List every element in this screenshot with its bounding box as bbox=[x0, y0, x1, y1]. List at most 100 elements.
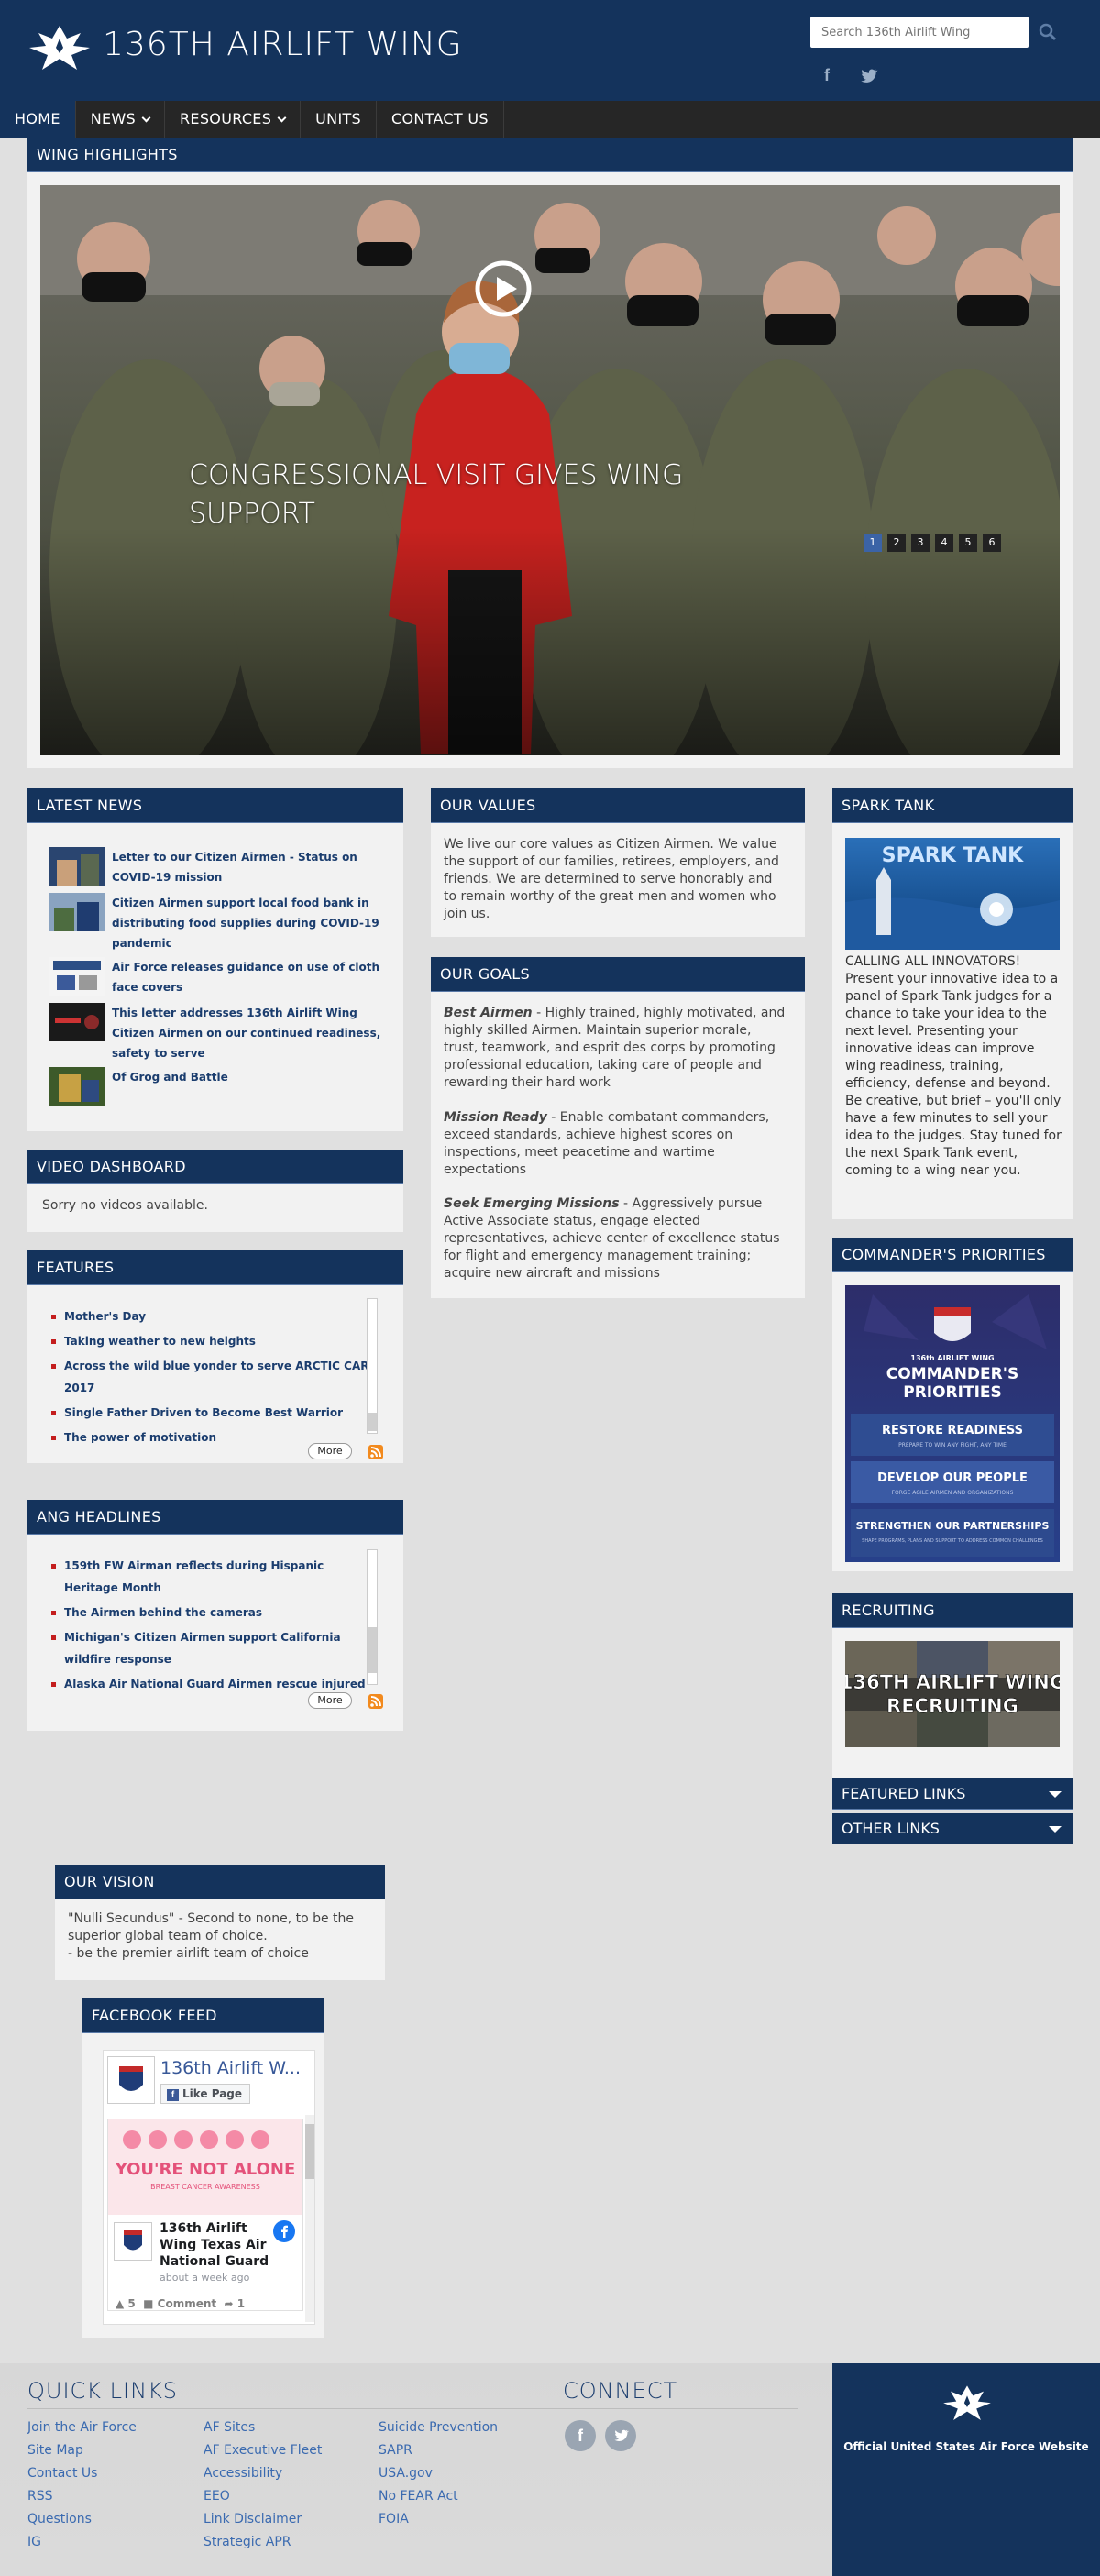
search-input[interactable] bbox=[810, 17, 1028, 48]
play-video-icon[interactable] bbox=[471, 257, 535, 321]
footer-link[interactable]: Strategic APR bbox=[204, 2531, 322, 2554]
rss-icon[interactable] bbox=[368, 1445, 383, 1459]
footer-link[interactable]: Site Map bbox=[28, 2439, 137, 2462]
news-item-title[interactable]: This letter addresses 136th Airlift Wing… bbox=[112, 1003, 387, 1063]
like-icon[interactable]: ▲ bbox=[116, 2297, 124, 2310]
recruiting-image-line2: RECRUITING bbox=[886, 1695, 1018, 1717]
slide-dot[interactable]: 3 bbox=[911, 534, 930, 552]
our-vision-title: OUR VISION bbox=[55, 1865, 385, 1899]
nav-resources[interactable]: RESOURCES bbox=[165, 101, 302, 138]
commanders-priorities-image[interactable]: 136th AIRLIFT WING COMMANDER'S PRIORITIE… bbox=[845, 1285, 1060, 1562]
other-links-dropdown[interactable]: OTHER LINKS bbox=[832, 1813, 1072, 1844]
feature-item[interactable]: Mother's Day bbox=[42, 1305, 381, 1327]
ang-headlines-scrollbar[interactable] bbox=[367, 1549, 378, 1685]
news-item-title[interactable]: Letter to our Citizen Airmen - Status on… bbox=[112, 847, 387, 887]
caret-down-icon bbox=[1049, 1826, 1062, 1833]
footer-link[interactable]: AF Sites bbox=[204, 2416, 322, 2439]
footer-link[interactable]: Suicide Prevention bbox=[379, 2416, 498, 2439]
slide-dot[interactable]: 4 bbox=[935, 534, 953, 552]
headline-item[interactable]: The Airmen behind the cameras bbox=[42, 1602, 381, 1624]
footer-link[interactable]: Join the Air Force bbox=[28, 2416, 137, 2439]
spark-tank-heading: CALLING ALL INNOVATORS! bbox=[845, 954, 1021, 969]
post-time: about a week ago bbox=[160, 2272, 250, 2284]
footer-link[interactable]: FOIA bbox=[379, 2508, 498, 2531]
nav-units[interactable]: UNITS bbox=[301, 101, 377, 138]
features-list: Mother's Day Taking weather to new heigh… bbox=[42, 1305, 381, 1443]
footer-link[interactable]: AF Executive Fleet bbox=[204, 2439, 322, 2462]
headline-item[interactable]: Michigan's Citizen Airmen support Califo… bbox=[42, 1626, 381, 1670]
hero-slide-title[interactable]: CONGRESSIONAL VISIT GIVES WING SUPPORT bbox=[189, 457, 683, 534]
slide-dot[interactable]: 1 bbox=[864, 534, 882, 552]
news-thumbnail bbox=[50, 893, 104, 931]
slide-dot[interactable]: 6 bbox=[983, 534, 1001, 552]
feature-item[interactable]: Single Father Driven to Become Best Warr… bbox=[42, 1402, 381, 1424]
wing-shield-icon bbox=[119, 2066, 143, 2091]
news-item[interactable]: Letter to our Citizen Airmen - Status on… bbox=[50, 847, 387, 887]
feature-item[interactable]: Across the wild blue yonder to serve ARC… bbox=[42, 1355, 381, 1399]
air-force-logo-icon[interactable] bbox=[26, 20, 94, 77]
features-scrollbar[interactable] bbox=[367, 1298, 378, 1434]
news-item-title[interactable]: Of Grog and Battle bbox=[112, 1067, 387, 1106]
footer-link[interactable]: No FEAR Act bbox=[379, 2485, 498, 2508]
af-official-site-block[interactable] bbox=[832, 2363, 1100, 2576]
rss-icon[interactable] bbox=[368, 1694, 383, 1709]
facebook-feed-scrollbar[interactable] bbox=[305, 2115, 314, 2322]
feature-item[interactable]: Taking weather to new heights bbox=[42, 1330, 381, 1352]
features-more-button[interactable]: More bbox=[308, 1443, 352, 1459]
facebook-page-name[interactable]: 136th Airlift W... bbox=[160, 2058, 301, 2078]
scrollbar-thumb[interactable] bbox=[368, 1627, 377, 1673]
share-icon[interactable]: ➦ bbox=[225, 2297, 234, 2310]
news-item-title[interactable]: Citizen Airmen support local food bank i… bbox=[112, 893, 387, 953]
footer-link[interactable]: Link Disclaimer bbox=[204, 2508, 322, 2531]
facebook-page-avatar[interactable] bbox=[107, 2056, 155, 2104]
footer-link[interactable]: Contact Us bbox=[28, 2462, 137, 2485]
slide-dot[interactable]: 5 bbox=[959, 534, 977, 552]
footer-link[interactable]: RSS bbox=[28, 2485, 137, 2508]
our-goals-title: OUR GOALS bbox=[431, 957, 805, 992]
recruiting-image[interactable]: 136TH AIRLIFT WING RECRUITING bbox=[845, 1641, 1060, 1747]
footer-link[interactable]: USA.gov bbox=[379, 2462, 498, 2485]
slide-dot[interactable]: 2 bbox=[887, 534, 906, 552]
ang-headlines-more-button[interactable]: More bbox=[308, 1692, 352, 1709]
headline-item[interactable]: Alaska Air National Guard Airmen rescue … bbox=[42, 1673, 381, 1692]
headline-item[interactable]: 159th FW Airman reflects during Hispanic… bbox=[42, 1555, 381, 1599]
news-item[interactable]: Of Grog and Battle bbox=[50, 1067, 387, 1106]
search-icon[interactable] bbox=[1036, 20, 1060, 44]
footer-link[interactable]: IG bbox=[28, 2531, 137, 2554]
cp-heading1: COMMANDER'S bbox=[886, 1365, 1018, 1383]
post-author-name[interactable]: 136th Airlift Wing Texas Air National Gu… bbox=[160, 2220, 273, 2270]
goal-name: Mission Ready bbox=[444, 1110, 547, 1125]
nav-contact-us[interactable]: CONTACT US bbox=[377, 101, 504, 138]
our-goals-panel: OUR GOALS Best Airmen - Highly trained, … bbox=[431, 957, 805, 1298]
facebook-icon[interactable]: f bbox=[818, 66, 836, 86]
news-item[interactable]: Air Force releases guidance on use of cl… bbox=[50, 957, 387, 997]
footer-facebook-button[interactable]: f bbox=[565, 2420, 596, 2451]
spark-tank-body: Present your innovative idea to a panel … bbox=[845, 972, 1062, 1178]
af-official-site-label[interactable]: Official United States Air Force Website bbox=[832, 2440, 1100, 2453]
news-item[interactable]: Citizen Airmen support local food bank i… bbox=[50, 893, 387, 953]
twitter-icon[interactable] bbox=[858, 66, 878, 86]
facebook-like-page-button[interactable]: f Like Page bbox=[160, 2084, 251, 2104]
footer-link[interactable]: SAPR bbox=[379, 2439, 498, 2462]
cp-item1-title: RESTORE READINESS bbox=[882, 1424, 1023, 1437]
likes-count: 5 bbox=[127, 2297, 136, 2310]
footer-link[interactable]: EEO bbox=[204, 2485, 322, 2508]
comment-link[interactable]: Comment bbox=[158, 2297, 216, 2310]
nav-home[interactable]: HOME bbox=[0, 101, 76, 138]
footer-twitter-button[interactable] bbox=[605, 2420, 636, 2451]
news-item-title[interactable]: Air Force releases guidance on use of cl… bbox=[112, 957, 387, 997]
spark-tank-image[interactable]: SPARK TANK bbox=[845, 838, 1060, 950]
feature-item[interactable]: The power of motivation bbox=[42, 1426, 381, 1443]
scrollbar-thumb[interactable] bbox=[368, 1413, 377, 1431]
post-author-avatar[interactable] bbox=[114, 2222, 152, 2261]
nav-news[interactable]: NEWS bbox=[76, 101, 166, 138]
featured-links-dropdown[interactable]: FEATURED LINKS bbox=[832, 1778, 1072, 1810]
footer-link[interactable]: Accessibility bbox=[204, 2462, 322, 2485]
site-title[interactable]: 136TH AIRLIFT WING bbox=[103, 26, 463, 63]
nav-resources-label: RESOURCES bbox=[180, 110, 272, 127]
facebook-widget[interactable]: 136th Airlift W... f Like Page YOU'RE NOT… bbox=[103, 2050, 315, 2325]
news-item[interactable]: This letter addresses 136th Airlift Wing… bbox=[50, 1003, 387, 1063]
facebook-post[interactable]: YOU'RE NOT ALONE BREAST CANCER AWARENESS… bbox=[107, 2119, 303, 2311]
footer-link[interactable]: Questions bbox=[28, 2508, 137, 2531]
scrollbar-thumb[interactable] bbox=[305, 2124, 314, 2179]
